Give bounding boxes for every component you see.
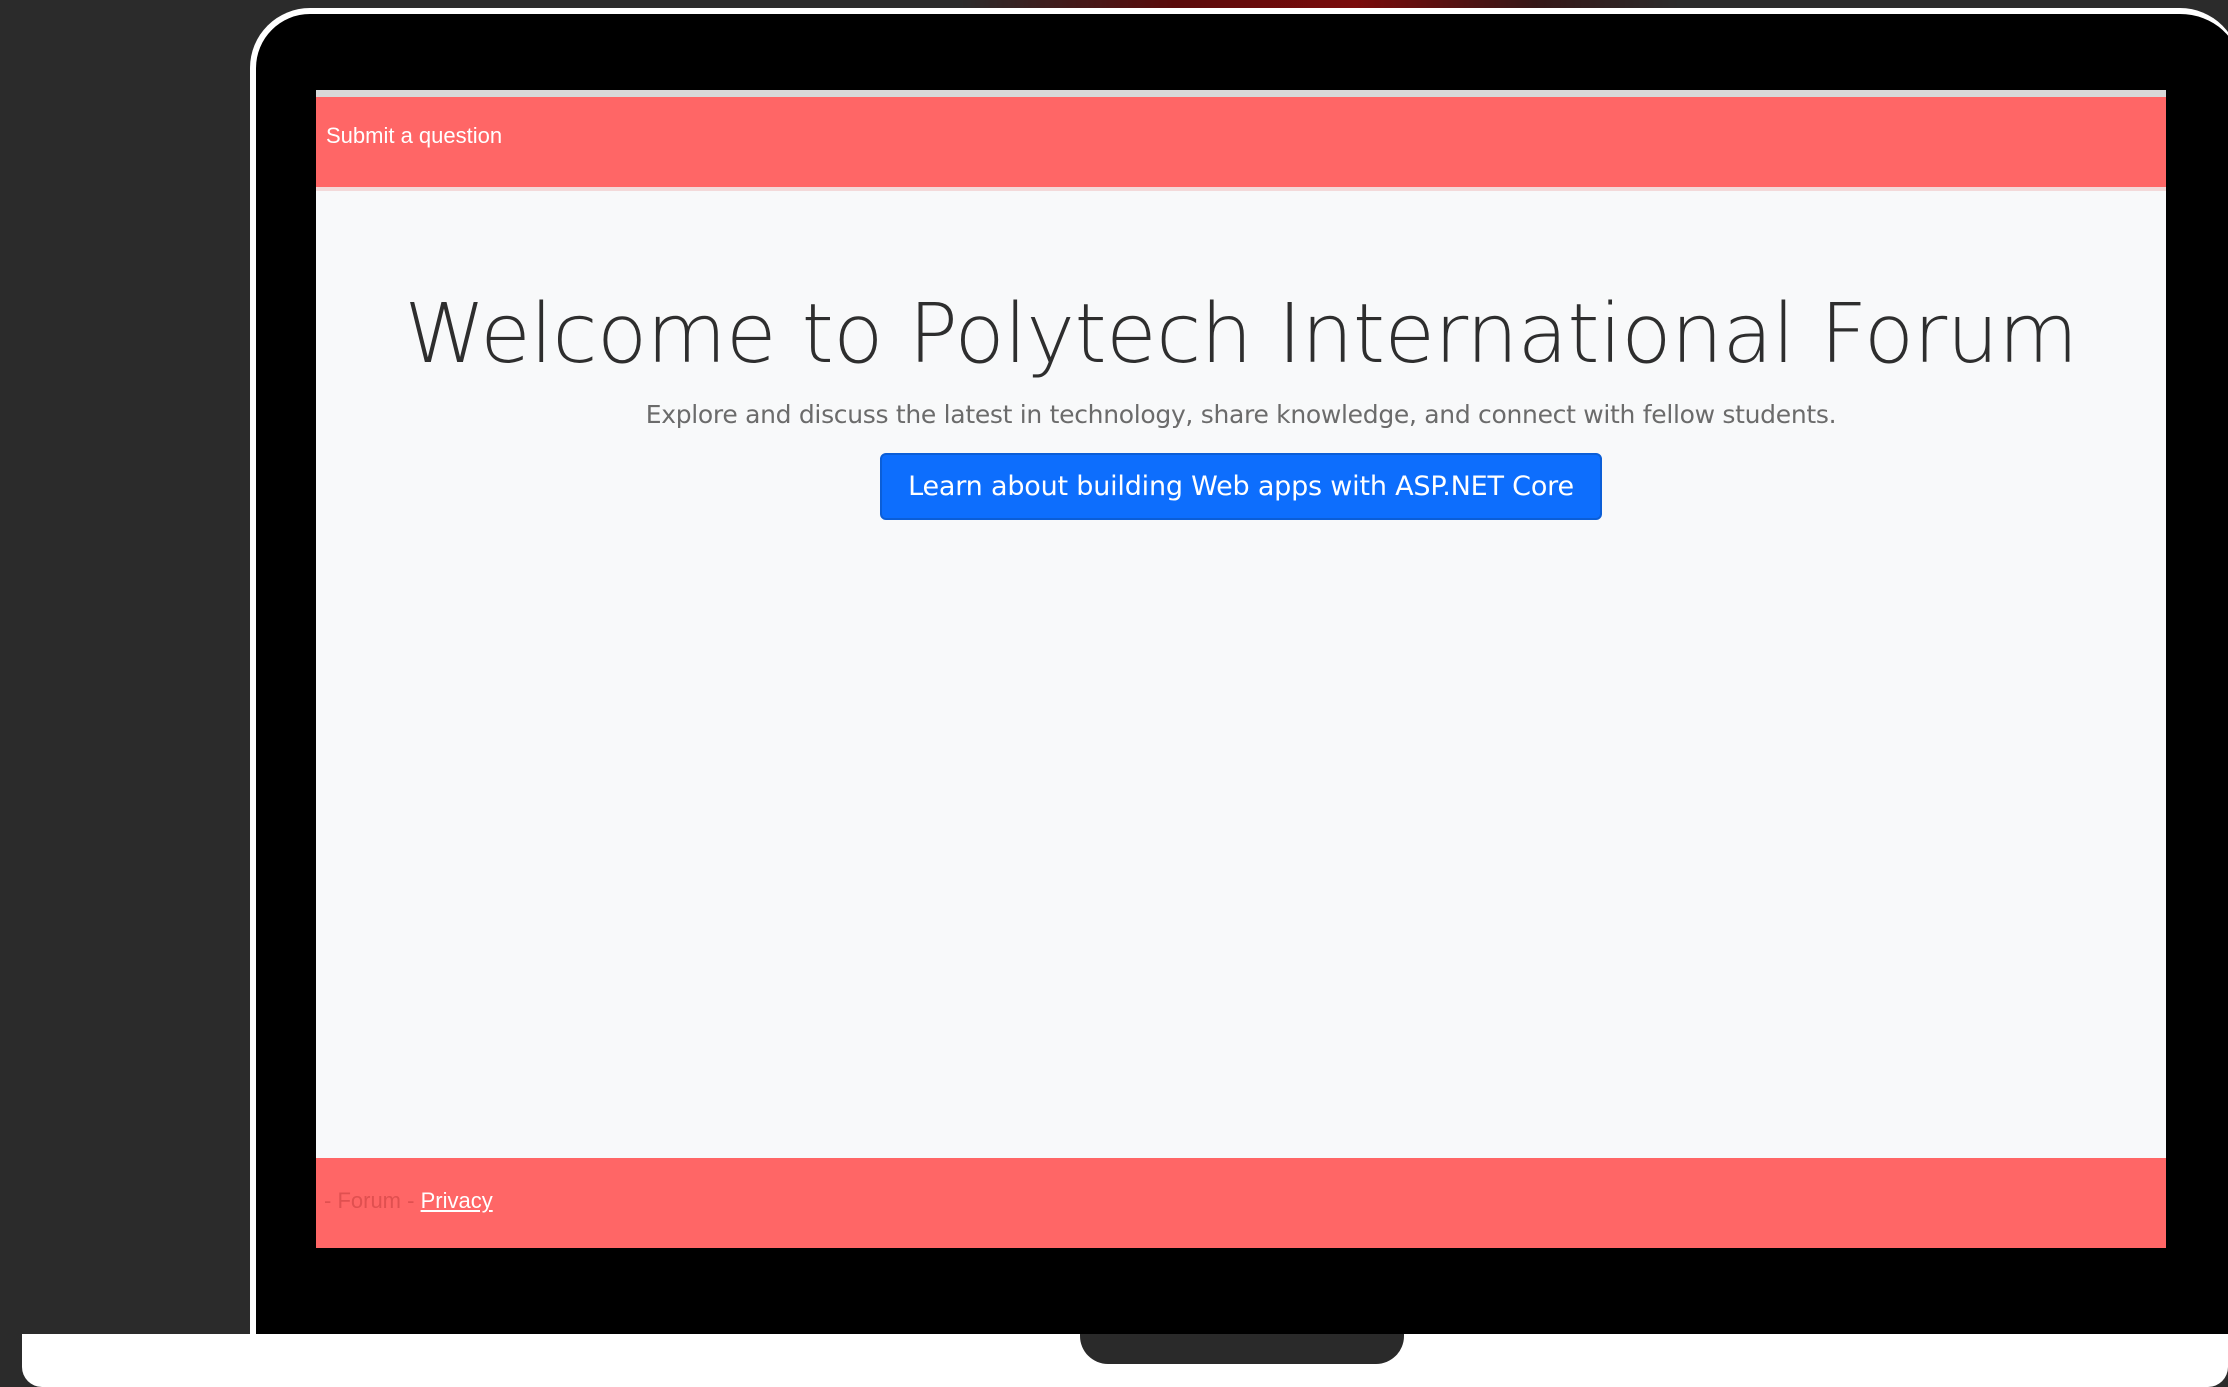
viewport-top-edge	[316, 90, 2166, 97]
browser-viewport: Submit a question Welcome to Polytech In…	[316, 90, 2166, 1248]
privacy-link[interactable]: Privacy	[421, 1188, 493, 1213]
hero-section: Welcome to Polytech International Forum …	[316, 287, 2166, 521]
footer-forum-label: - Forum -	[324, 1188, 415, 1213]
footer: - Forum - Privacy	[316, 1158, 2166, 1248]
laptop-hinge-notch	[1080, 1334, 1404, 1364]
submit-question-link[interactable]: Submit a question	[326, 123, 502, 149]
learn-aspnet-button[interactable]: Learn about building Web apps with ASP.N…	[880, 453, 1602, 521]
desktop-background: Submit a question Welcome to Polytech In…	[0, 0, 2228, 1387]
page-title: Welcome to Polytech International Forum	[404, 287, 2078, 382]
page-subtitle: Explore and discuss the latest in techno…	[645, 400, 1837, 430]
background-glow	[960, 0, 1680, 8]
footer-text: - Forum - Privacy	[324, 1188, 493, 1214]
navbar: Submit a question	[316, 97, 2166, 191]
